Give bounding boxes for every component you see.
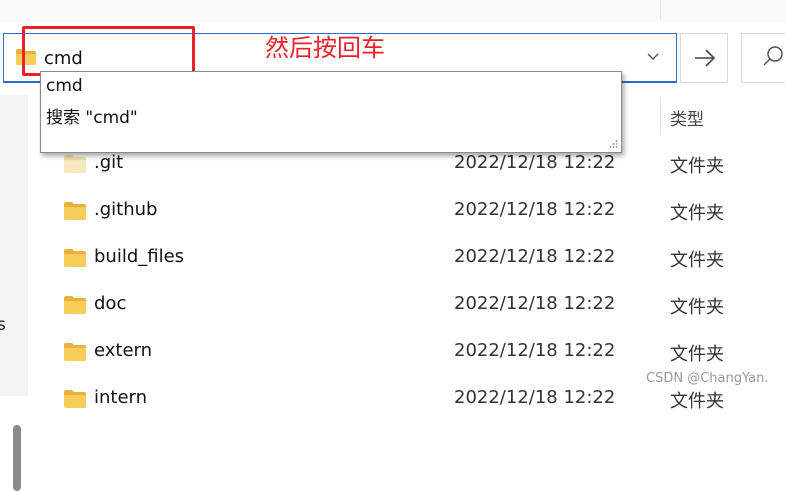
annotation-text: 然后按回车	[265, 34, 385, 62]
file-type: 文件夹	[670, 297, 724, 318]
arrow-right-icon	[695, 49, 716, 67]
file-type: 文件夹	[670, 391, 724, 412]
folder-icon	[64, 202, 86, 220]
autocomplete-dropdown: cmd 搜索 "cmd"	[40, 71, 622, 153]
file-type: 文件夹	[670, 203, 724, 224]
file-name[interactable]: .github	[94, 199, 157, 220]
file-date: 2022/12/18 12:22	[454, 293, 616, 314]
file-name[interactable]: extern	[94, 340, 152, 361]
search-icon	[763, 46, 783, 66]
column-header-type[interactable]: 类型	[670, 105, 704, 130]
file-type: 文件夹	[670, 156, 724, 177]
folder-icon	[64, 249, 86, 267]
table-row[interactable]: .github 2022/12/18 12:22 文件夹	[28, 188, 785, 235]
folder-icon	[64, 296, 86, 314]
file-date: 2022/12/18 12:22	[454, 152, 616, 173]
title-bar-strip	[0, 0, 785, 23]
annotation-highlight-box	[22, 26, 195, 76]
sidebar-item-label[interactable]: s	[0, 315, 6, 335]
file-date: 2022/12/18 12:22	[454, 199, 616, 220]
file-name[interactable]: .git	[94, 152, 123, 173]
watermark: CSDN @ChangYan.	[646, 371, 769, 386]
resize-grip-icon[interactable]	[608, 139, 618, 149]
folder-icon	[64, 343, 86, 361]
folder-icon	[64, 390, 86, 408]
file-type: 文件夹	[670, 344, 724, 365]
folder-icon	[64, 155, 86, 173]
search-box[interactable]	[741, 33, 785, 83]
table-row[interactable]: build_files 2022/12/18 12:22 文件夹	[28, 235, 785, 282]
chevron-down-icon[interactable]	[646, 52, 660, 62]
go-button[interactable]	[680, 33, 728, 83]
file-type: 文件夹	[670, 250, 724, 271]
scrollbar-thumb[interactable]	[13, 425, 21, 491]
column-divider[interactable]	[660, 97, 661, 135]
file-name[interactable]: build_files	[94, 246, 184, 267]
navigation-pane: s	[0, 95, 28, 491]
autocomplete-item[interactable]: cmd	[46, 76, 83, 96]
table-row[interactable]: extern 2022/12/18 12:22 文件夹	[28, 329, 785, 376]
table-row[interactable]: doc 2022/12/18 12:22 文件夹	[28, 282, 785, 329]
file-date: 2022/12/18 12:22	[454, 246, 616, 267]
file-date: 2022/12/18 12:22	[454, 387, 616, 408]
file-name[interactable]: doc	[94, 293, 126, 314]
file-date: 2022/12/18 12:22	[454, 340, 616, 361]
autocomplete-item[interactable]: 搜索 "cmd"	[46, 103, 138, 128]
file-name[interactable]: intern	[94, 387, 147, 408]
